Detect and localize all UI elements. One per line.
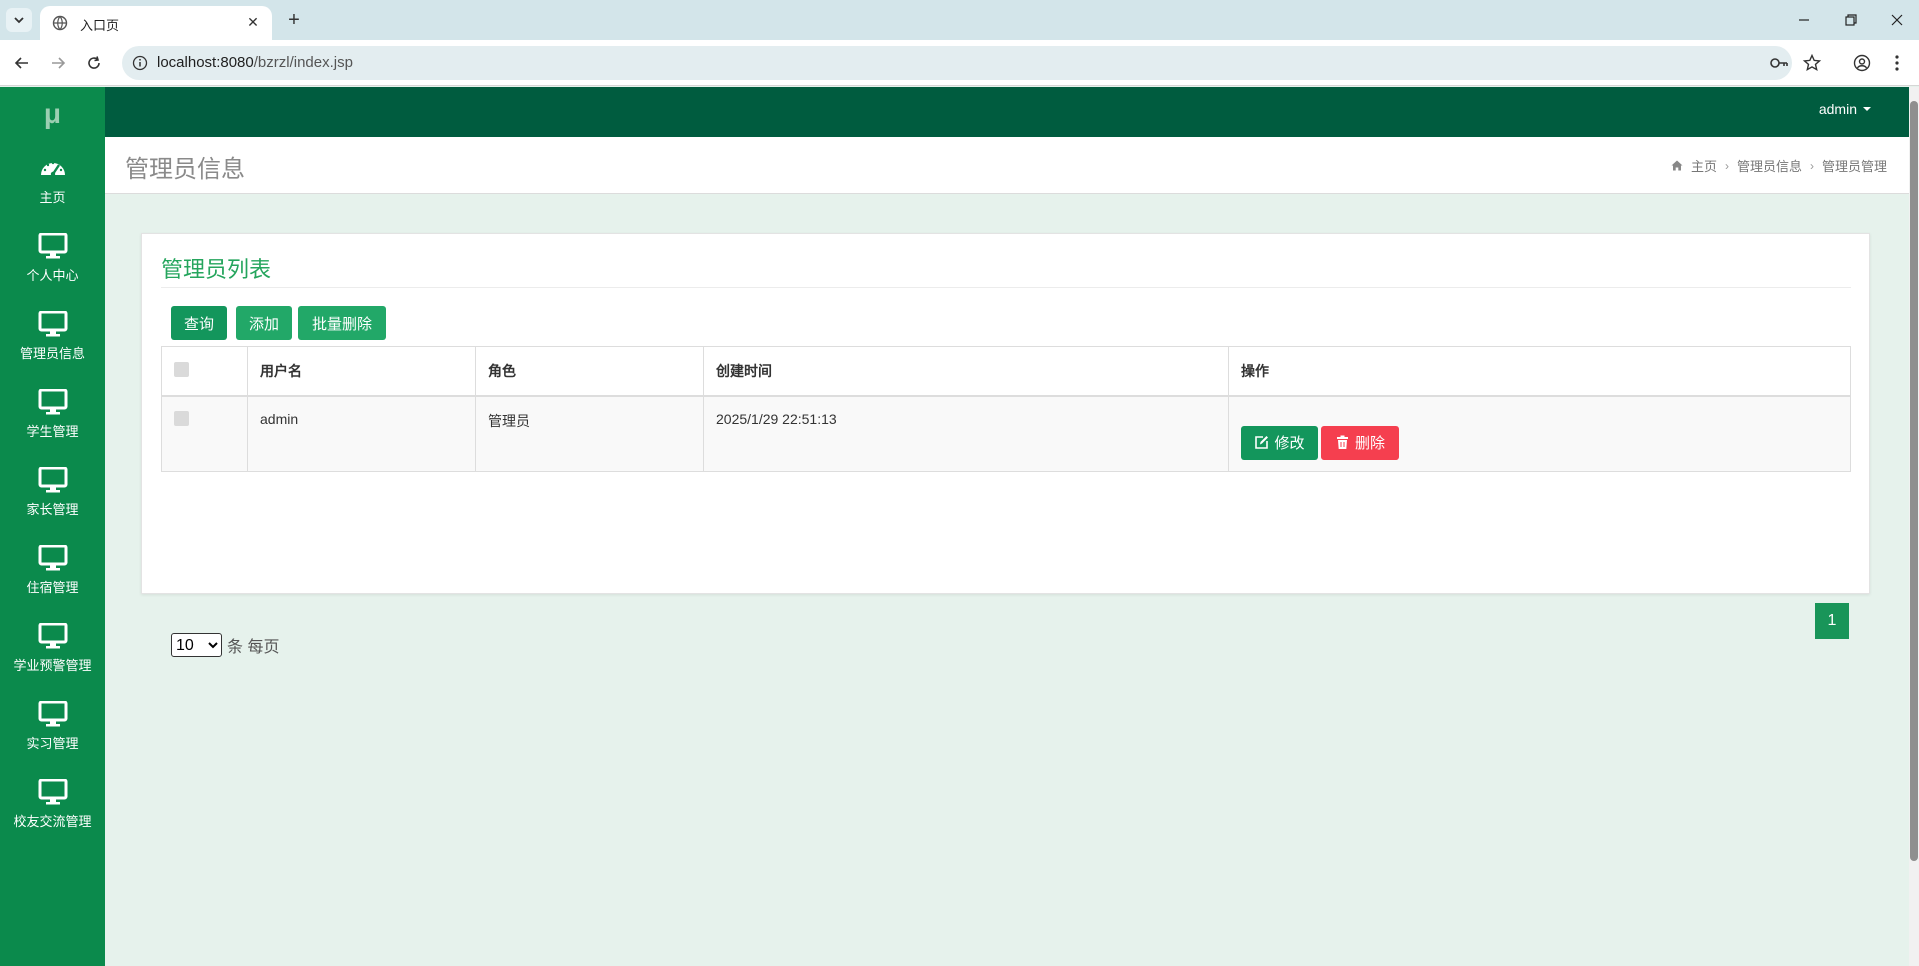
page-size-label: 条 每页 xyxy=(227,639,280,656)
sidebar-item-label: 家长管理 xyxy=(26,501,79,517)
sidebar-item-parents[interactable]: 家长管理 xyxy=(0,453,105,531)
monitor-icon xyxy=(38,232,67,258)
sidebar-item-academic-warning[interactable]: 学业预警管理 xyxy=(0,609,105,687)
web-page: μ 主页 个人中心 管理员信息 学生管理 家长管理 住宿管理 学业预警管理 实习… xyxy=(0,87,1919,966)
forward-icon[interactable] xyxy=(46,51,70,75)
url-path: /bzrzl/index.jsp xyxy=(253,54,353,71)
sidebar-item-home[interactable]: 主页 xyxy=(0,141,105,219)
sidebar-item-label: 主页 xyxy=(39,189,66,205)
top-navbar: admin xyxy=(105,87,1909,137)
column-header-role[interactable]: 角色 xyxy=(475,346,704,397)
sidebar-item-label: 个人中心 xyxy=(26,267,79,283)
edit-label: 修改 xyxy=(1274,435,1305,452)
edit-button[interactable]: 修改 xyxy=(1241,425,1318,460)
breadcrumb: 主页 › 管理员信息 › 管理员管理 xyxy=(1671,156,1887,175)
pagination-page-1[interactable]: 1 xyxy=(1815,603,1849,639)
batch-delete-button[interactable]: 批量删除 xyxy=(298,306,386,340)
sidebar-item-internship[interactable]: 实习管理 xyxy=(0,687,105,765)
sidebar-item-label: 实习管理 xyxy=(26,735,79,751)
username: admin xyxy=(1818,101,1857,117)
sidebar-item-personal-center[interactable]: 个人中心 xyxy=(0,219,105,297)
sidebar-item-admin-info[interactable]: 管理员信息 xyxy=(0,297,105,375)
globe-icon xyxy=(52,15,68,31)
card-title: 管理员列表 xyxy=(161,257,272,282)
row-checkbox[interactable] xyxy=(174,410,189,426)
restore-icon[interactable] xyxy=(1836,8,1866,32)
monitor-icon xyxy=(38,778,67,804)
sidebar-item-students[interactable]: 学生管理 xyxy=(0,375,105,453)
delete-button[interactable]: 删除 xyxy=(1321,425,1399,460)
minimize-icon[interactable] xyxy=(1789,8,1819,32)
cell-role: 管理员 xyxy=(475,395,704,472)
add-button[interactable]: 添加 xyxy=(236,306,292,340)
cell-username: admin xyxy=(247,395,476,472)
chevron-right-icon: › xyxy=(1809,158,1814,173)
admin-table: 用户名 角色 创建时间 操作 admin 管理员 2025/1/29 22:51… xyxy=(161,346,1851,472)
sidebar-item-dormitory[interactable]: 住宿管理 xyxy=(0,531,105,609)
close-tab-icon[interactable]: ✕ xyxy=(244,13,262,31)
cell-created: 2025/1/29 22:51:13 xyxy=(703,395,1229,472)
profile-icon[interactable] xyxy=(1850,51,1874,75)
monitor-icon xyxy=(38,622,67,648)
page-size-control: 10 条 每页 xyxy=(171,633,279,657)
column-header-actions: 操作 xyxy=(1228,346,1851,397)
divider xyxy=(161,287,1851,288)
reload-icon[interactable] xyxy=(82,51,106,75)
trash-icon xyxy=(1336,435,1348,449)
page-title: 管理员信息 xyxy=(125,156,245,183)
password-key-icon[interactable] xyxy=(1769,54,1789,72)
monitor-icon xyxy=(38,310,67,336)
monitor-icon xyxy=(38,388,67,414)
sidebar: μ 主页 个人中心 管理员信息 学生管理 家长管理 住宿管理 学业预警管理 实习… xyxy=(0,87,105,966)
app-logo[interactable]: μ xyxy=(0,87,105,141)
delete-label: 删除 xyxy=(1354,435,1385,452)
monitor-icon xyxy=(38,466,67,492)
caret-down-icon xyxy=(1863,107,1871,111)
browser-toolbar: localhost:8080/bzrzl/index.jsp xyxy=(0,40,1919,86)
select-all-checkbox[interactable] xyxy=(174,361,189,377)
dashboard-icon xyxy=(40,161,65,176)
chevron-down-icon xyxy=(14,17,24,24)
monitor-icon xyxy=(38,700,67,726)
url-host: localhost:8080 xyxy=(157,54,254,71)
close-window-icon[interactable] xyxy=(1882,8,1912,32)
sidebar-item-alumni[interactable]: 校友交流管理 xyxy=(0,765,105,843)
bookmark-star-icon[interactable] xyxy=(1802,54,1822,72)
browser-tab-bar: 入口页 ✕ + xyxy=(0,0,1919,40)
breadcrumb-admin-manage: 管理员管理 xyxy=(1821,159,1887,174)
site-info-icon[interactable] xyxy=(132,55,148,71)
column-header-username[interactable]: 用户名 xyxy=(247,346,476,397)
admin-list-card: 管理员列表 查询 添加 批量删除 用户名 角色 创建时间 操作 admin 管理… xyxy=(141,233,1870,657)
sidebar-item-label: 学生管理 xyxy=(26,423,79,439)
select-all-cell xyxy=(161,346,248,397)
edit-icon xyxy=(1255,436,1269,449)
breadcrumb-home[interactable]: 主页 xyxy=(1691,156,1717,175)
browser-tab[interactable]: 入口页 ✕ xyxy=(40,6,272,40)
menu-dots-icon[interactable] xyxy=(1885,51,1909,75)
table-header-row: 用户名 角色 创建时间 操作 xyxy=(161,346,1851,397)
chevron-right-icon: › xyxy=(1724,158,1729,173)
sidebar-item-label: 住宿管理 xyxy=(26,579,79,595)
tab-title: 入口页 xyxy=(80,18,120,33)
query-button[interactable]: 查询 xyxy=(171,306,227,340)
row-select-cell xyxy=(161,395,248,472)
home-icon xyxy=(1671,160,1683,171)
sidebar-item-label: 管理员信息 xyxy=(19,345,85,361)
url-text: localhost:8080/bzrzl/index.jsp xyxy=(157,54,353,71)
address-bar[interactable]: localhost:8080/bzrzl/index.jsp xyxy=(122,46,1822,80)
back-icon[interactable] xyxy=(10,51,34,75)
sidebar-item-label: 校友交流管理 xyxy=(13,813,92,829)
tab-search-button[interactable] xyxy=(6,8,32,32)
column-header-created[interactable]: 创建时间 xyxy=(703,346,1229,397)
table-row: admin 管理员 2025/1/29 22:51:13 修改 删除 xyxy=(161,395,1851,472)
monitor-icon xyxy=(38,544,67,570)
breadcrumb-admin-info[interactable]: 管理员信息 xyxy=(1737,156,1802,175)
scrollbar-thumb[interactable] xyxy=(1910,101,1918,861)
content-header: 管理员信息 主页 › 管理员信息 › 管理员管理 xyxy=(105,137,1909,194)
new-tab-button[interactable]: + xyxy=(282,8,306,32)
page-size-select[interactable]: 10 xyxy=(171,633,222,657)
cell-actions: 修改 删除 xyxy=(1228,395,1851,472)
user-menu[interactable]: admin xyxy=(1819,101,1871,117)
sidebar-item-label: 学业预警管理 xyxy=(13,657,92,673)
